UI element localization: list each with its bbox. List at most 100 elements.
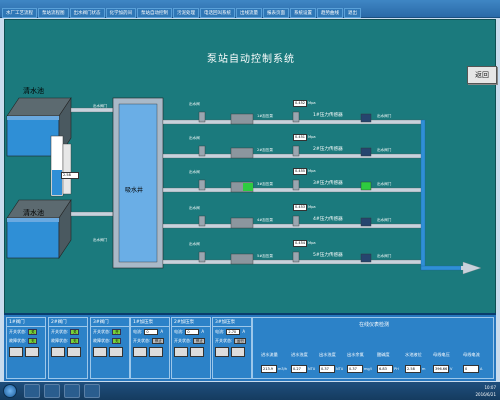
pressure-sensor-label: 2#压力传感器 (313, 147, 343, 152)
pump-current-unit: A (242, 329, 246, 334)
pressure-sensor-icon (360, 217, 372, 227)
gate-open-row: 开关状态: 关 (49, 327, 87, 336)
pump-state-value: 停止 (193, 337, 206, 344)
taskbar-clock: 10:07 2016/6/21 (475, 384, 496, 398)
gate-title: 3#阀门 (91, 318, 129, 327)
pump-current-label: 电流: (174, 329, 184, 334)
outlet-pipe (420, 265, 462, 271)
pressure-unit: Mpa (308, 205, 316, 209)
pump-current-label: 电流: (133, 329, 143, 334)
scada-window: 水厂工艺流程 泵站流程图 出水阀门状态 化学加药间 泵站自动控制 污泥处理 电话回叫系统 出线… (0, 0, 500, 400)
outlet-valve-label: 出水阀 (189, 102, 200, 106)
gate-close-button[interactable] (67, 347, 81, 357)
pump-current-label: 电流: (215, 329, 225, 334)
inlet-valve-icon[interactable] (198, 179, 206, 191)
outlet-valve-label: 出水阀 (189, 206, 200, 210)
instrument-column-header: 出水浊度 (319, 352, 336, 357)
pump-start-button[interactable] (215, 347, 229, 357)
menu-item[interactable]: 泵站自动控制 (137, 8, 172, 18)
gate-fault-indicator: 无 (28, 337, 38, 344)
pressure-sensor-icon (360, 253, 372, 263)
pump-stop-button[interactable] (231, 347, 245, 357)
pump-current-value: 2.70 (226, 328, 241, 335)
inlet-valve-icon[interactable] (198, 145, 206, 157)
pump-motor-icon[interactable] (230, 217, 254, 229)
gate-panel: 1#阀门 开关状态: 关故障状态: 无 (6, 317, 46, 379)
instruments-title: 在线仪表检测 (358, 322, 389, 328)
pump-status-panel: 3#加压泵 电流: 2.70 A 开关状态: 运行 (212, 317, 252, 379)
outlet-valve-label: 出水阀 (189, 136, 200, 140)
menu-item[interactable]: 化学加药间 (105, 8, 136, 18)
taskbar: 10:07 2016/6/21 (0, 382, 500, 400)
taskbar-app-ie[interactable] (24, 384, 40, 398)
menu-item[interactable]: 污泥处理 (173, 8, 199, 18)
gate-open-row: 开关状态: 关 (7, 327, 45, 336)
outlet-valve-icon[interactable] (292, 111, 300, 123)
menu-list: 水厂工艺流程 泵站流程图 出水阀门状态 化学加药间 泵站自动控制 污泥处理 电话回叫系统 出线… (2, 8, 361, 18)
pump-start-button[interactable] (174, 347, 188, 357)
gate-open-button[interactable] (51, 347, 65, 357)
instrument-column-header: 酸碱度 (377, 352, 390, 357)
outlet-label: 出水阀门 (377, 182, 392, 186)
lower-valve-label: 出水阀门 (93, 238, 107, 242)
pump-stop-button[interactable] (190, 347, 204, 357)
gate-close-button[interactable] (25, 347, 39, 357)
gate-close-button[interactable] (109, 347, 123, 357)
gate-open-button[interactable] (93, 347, 107, 357)
pump-state-row: 开关状态: 停止 (131, 336, 169, 345)
menu-item[interactable]: 水厂工艺流程 (2, 8, 37, 18)
menu-item[interactable]: 电话回叫系统 (200, 8, 235, 18)
outlet-label: 出水阀门 (377, 254, 392, 258)
pressure-value: 0.454 (293, 240, 307, 247)
gate-fault-label: 故障状态: (93, 338, 111, 343)
outlet-valve-icon[interactable] (292, 215, 300, 227)
menu-item[interactable]: 出水阀门状态 (69, 8, 105, 18)
instrument-value: 0.37 (319, 365, 335, 373)
pump-current-row: 电流: 2.70 A (213, 327, 251, 336)
pump-status-title: 1#加压泵 (131, 318, 169, 327)
pressure-unit: Mpa (308, 241, 316, 245)
menu-item[interactable]: 出线流量 (236, 8, 262, 18)
menu-item[interactable]: 泵站流程图 (38, 8, 69, 18)
inlet-valve-icon[interactable] (198, 111, 206, 123)
gate-fault-row: 故障状态: 无 (49, 336, 87, 345)
instrument-column-header: 水池液位 (405, 352, 422, 357)
inlet-valve-icon[interactable] (198, 215, 206, 227)
pump-current-value: 0 (185, 328, 200, 335)
outlet-valve-icon[interactable] (292, 179, 300, 191)
pump-start-button[interactable] (133, 347, 147, 357)
outlet-label: 出水阀门 (377, 218, 392, 222)
upper-tank-label: 清水池 (23, 87, 44, 95)
instrument-unit: NTU (308, 367, 316, 371)
pump-motor-icon[interactable] (230, 147, 254, 159)
gate-open-indicator: 关 (28, 328, 38, 335)
pressure-unit: Mpa (308, 135, 316, 139)
instrument-column-header: 出水余氯 (347, 352, 364, 357)
menu-item[interactable]: 报表页面 (263, 8, 289, 18)
status-panel: 1#阀门 开关状态: 关故障状态: 无 2#阀门 开关状态: 关故障状态: 无 3#阀门 开关状态… (4, 313, 496, 381)
pump-current-value: 0 (144, 328, 159, 335)
instrument-value: 213.9 (261, 365, 277, 373)
pump-stop-button[interactable] (149, 347, 163, 357)
taskbar-app-scada[interactable] (84, 384, 100, 398)
outlet-valve-icon[interactable] (292, 251, 300, 263)
instrument-value: 2.58 (405, 365, 421, 373)
pressure-sensor-label: 3#压力传感器 (313, 181, 343, 186)
menu-item[interactable]: 退出 (344, 8, 361, 18)
start-button-icon[interactable] (3, 384, 17, 398)
menu-item[interactable]: 趋势曲线 (317, 8, 343, 18)
inlet-valve-icon[interactable] (198, 251, 206, 263)
pump-status-panel: 1#加压泵 电流: 0 A 开关状态: 停止 (130, 317, 170, 379)
taskbar-app-folder[interactable] (44, 384, 60, 398)
pump-motor-icon[interactable] (230, 113, 254, 125)
pump-motor-icon[interactable] (230, 253, 254, 265)
outlet-valve-icon[interactable] (292, 145, 300, 157)
pressure-sensor-icon (360, 147, 372, 157)
taskbar-app-player[interactable] (64, 384, 80, 398)
gate-open-button[interactable] (9, 347, 23, 357)
pump-status-panel: 2#加压泵 电流: 0 A 开关状态: 停止 (171, 317, 211, 379)
instrument-unit: m (422, 367, 426, 371)
gate-open-row: 开关状态: 开 (91, 327, 129, 336)
menu-item[interactable]: 系统设置 (290, 8, 316, 18)
pump-state-label: 开关状态: (133, 338, 151, 343)
